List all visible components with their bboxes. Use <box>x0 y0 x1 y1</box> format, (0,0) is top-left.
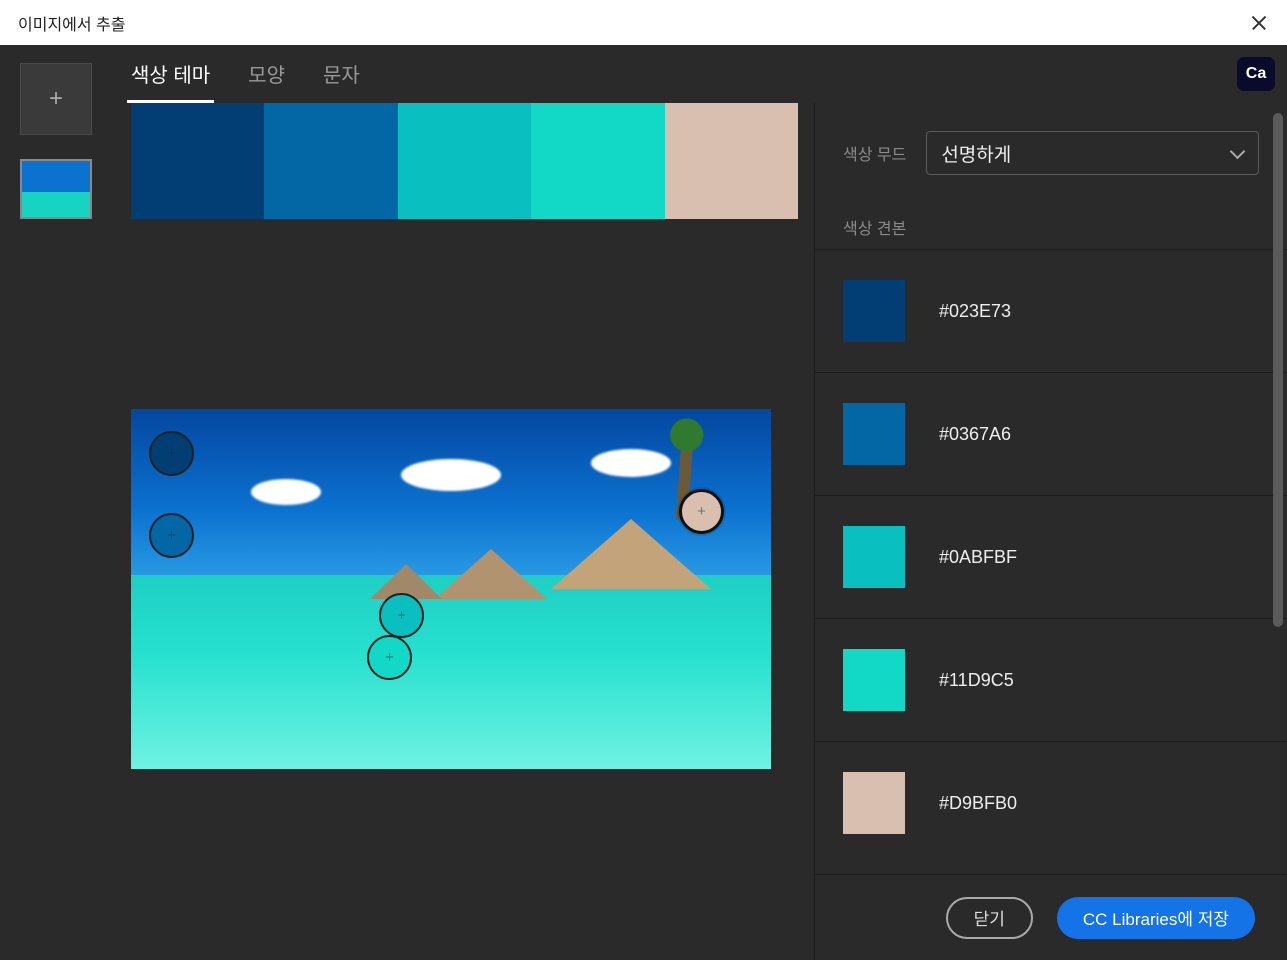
plus-icon: + <box>697 503 706 520</box>
swatch-hex: #023E73 <box>939 301 1011 322</box>
plus-icon: + <box>397 607 406 624</box>
swatch-row[interactable]: #023E73 <box>815 249 1287 372</box>
palette-swatch[interactable] <box>131 103 264 219</box>
color-picker-handle[interactable]: + <box>379 593 424 638</box>
tab-color-theme[interactable]: 색상 테마 <box>127 45 214 103</box>
panel-footer: 닫기 CC Libraries에 저장 <box>815 874 1287 960</box>
tabs-bar: 색상 테마 모양 문자 Ca <box>115 45 1287 103</box>
swatch-color <box>843 772 905 834</box>
chevron-down-icon <box>1230 146 1244 160</box>
scrollbar[interactable] <box>1273 113 1283 627</box>
swatch-row[interactable]: #11D9C5 <box>815 618 1287 741</box>
swatch-row[interactable]: #0367A6 <box>815 372 1287 495</box>
app-body: + 색상 테마 모양 문자 Ca <box>0 45 1287 960</box>
tab-text[interactable]: 문자 <box>319 45 364 103</box>
add-image-button[interactable]: + <box>20 63 92 135</box>
swatch-hex: #D9BFB0 <box>939 793 1017 814</box>
plus-icon: + <box>167 527 176 544</box>
side-panel: 색상 무드 선명하게 색상 견본 #023E73 #0367A6 <box>814 103 1287 960</box>
swatch-section-label: 색상 견본 <box>815 197 1287 249</box>
swatch-color <box>843 280 905 342</box>
adobe-capture-badge[interactable]: Ca <box>1237 57 1275 91</box>
swatch-hex: #11D9C5 <box>939 670 1014 691</box>
close-button[interactable]: 닫기 <box>946 897 1033 939</box>
image-preview[interactable]: + + + + + <box>131 409 771 769</box>
color-picker-handle[interactable]: + <box>679 489 724 534</box>
palette-swatch[interactable] <box>264 103 397 219</box>
swatch-hex: #0367A6 <box>939 424 1011 445</box>
swatch-color <box>843 403 905 465</box>
image-thumbnail[interactable] <box>20 159 92 219</box>
plus-icon: + <box>49 85 63 113</box>
swatch-color <box>843 526 905 588</box>
color-mood-row: 색상 무드 선명하게 <box>815 103 1287 197</box>
plus-icon: + <box>385 649 394 666</box>
main-area: 색상 테마 모양 문자 Ca <box>115 45 1287 960</box>
palette-swatch[interactable] <box>398 103 531 219</box>
preview-render <box>131 409 771 769</box>
swatch-list: #023E73 #0367A6 #0ABFBF #11D9C5 <box>815 249 1287 864</box>
tab-shape[interactable]: 모양 <box>244 45 289 103</box>
left-sidebar: + <box>0 45 115 960</box>
workspace: + + + + + 색상 무드 선명하게 색상 견본 <box>115 103 1287 960</box>
plus-icon: + <box>167 445 176 462</box>
palette-swatch[interactable] <box>665 103 798 219</box>
color-mood-select[interactable]: 선명하게 <box>926 131 1259 175</box>
color-mood-value: 선명하게 <box>941 140 1011 167</box>
color-picker-handle[interactable]: + <box>367 635 412 680</box>
canvas-area: + + + + + <box>115 103 814 960</box>
swatch-hex: #0ABFBF <box>939 547 1017 568</box>
window-title: 이미지에서 추출 <box>18 11 126 35</box>
save-to-libraries-button[interactable]: CC Libraries에 저장 <box>1057 897 1255 939</box>
palette-swatch[interactable] <box>531 103 664 219</box>
extracted-palette <box>131 103 798 219</box>
color-picker-handle[interactable]: + <box>149 431 194 476</box>
close-icon[interactable] <box>1249 13 1269 33</box>
swatch-row[interactable]: #0ABFBF <box>815 495 1287 618</box>
titlebar: 이미지에서 추출 <box>0 0 1287 45</box>
color-mood-label: 색상 무드 <box>843 141 906 165</box>
swatch-color <box>843 649 905 711</box>
color-picker-handle[interactable]: + <box>149 513 194 558</box>
swatch-row[interactable]: #D9BFB0 <box>815 741 1287 864</box>
